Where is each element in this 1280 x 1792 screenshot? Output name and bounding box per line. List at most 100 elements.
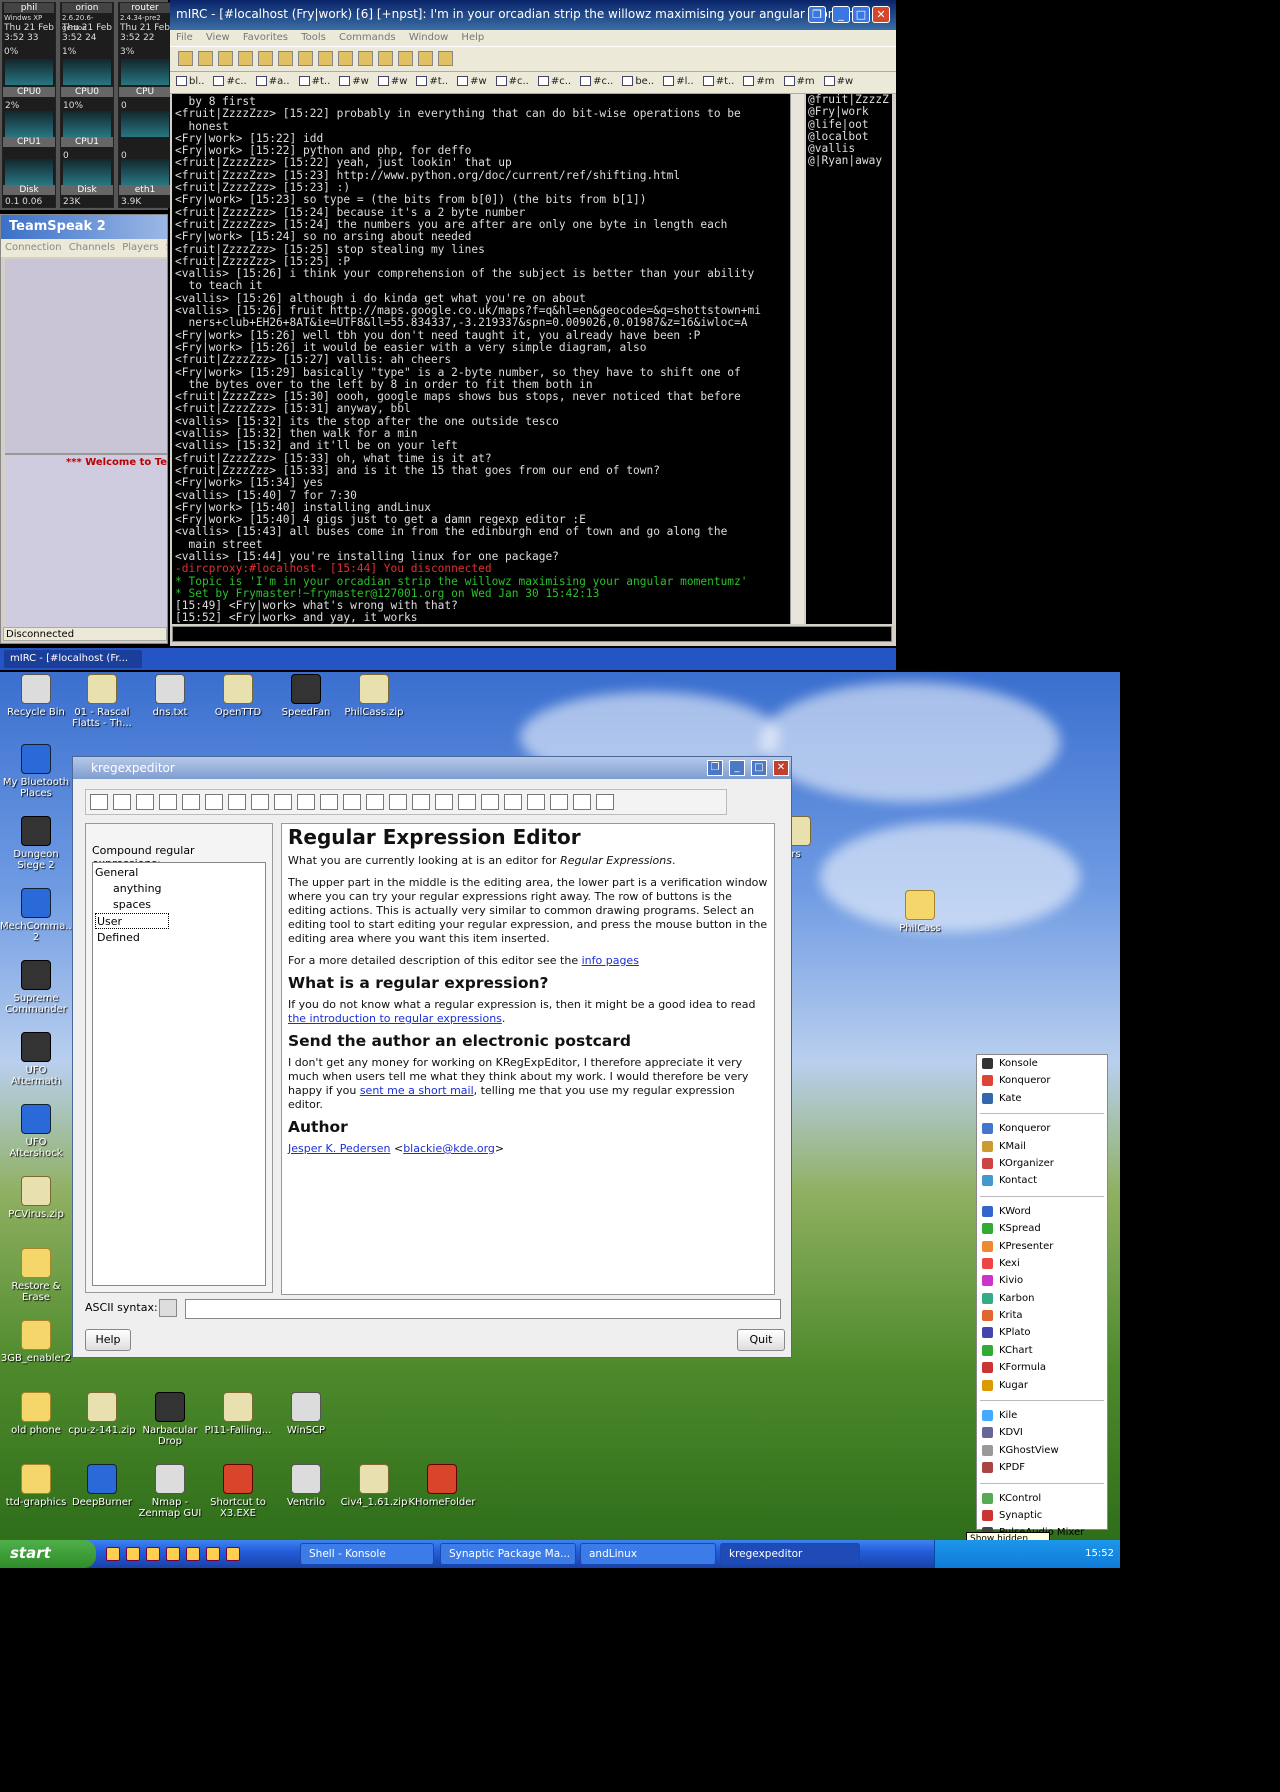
- cut-icon[interactable]: [504, 794, 522, 810]
- quit-button[interactable]: Quit: [737, 1329, 785, 1351]
- kmenu-item[interactable]: KGhostView: [977, 1442, 1107, 1459]
- channels-icon[interactable]: [218, 51, 233, 66]
- desktop-icon[interactable]: Dungeon Siege 2: [0, 816, 72, 871]
- desktop-icon[interactable]: PCVirus.zip: [0, 1176, 72, 1220]
- tile-icon[interactable]: [398, 51, 413, 66]
- desktop-icon[interactable]: PhilCass: [884, 890, 956, 934]
- chat-scrollbar[interactable]: [790, 94, 804, 624]
- switchbar-tab[interactable]: #c..: [580, 76, 613, 87]
- switchbar-tab[interactable]: #m: [783, 76, 815, 87]
- quicklaunch-icon[interactable]: [166, 1547, 180, 1561]
- lookahead-icon[interactable]: [320, 794, 338, 810]
- kmenu-item[interactable]: KPlato: [977, 1324, 1107, 1341]
- desktop-icon[interactable]: Nmap - Zenmap GUI: [134, 1464, 206, 1519]
- ts-menu-item[interactable]: Connection: [5, 242, 69, 253]
- config-icon[interactable]: [435, 794, 453, 810]
- mail-link[interactable]: sent me a short mail: [360, 1084, 474, 1097]
- desktop-icon[interactable]: Narbacular Drop: [134, 1392, 206, 1447]
- kmenu-item[interactable]: Kate: [977, 1090, 1107, 1107]
- system-tray[interactable]: 15:52: [934, 1540, 1120, 1568]
- mirc-chat-log[interactable]: by 8 first <fruit|ZzzzZzz> [15:22] probab…: [172, 94, 790, 624]
- author-link[interactable]: Jesper K. Pedersen: [288, 1142, 390, 1155]
- ts-menu-item[interactable]: Se: [166, 242, 167, 253]
- desktop-icon[interactable]: MechComma... 2: [0, 888, 75, 943]
- switchbar-tab[interactable]: #t..: [416, 76, 448, 87]
- text-icon[interactable]: [113, 794, 131, 810]
- dcc-icon[interactable]: [258, 51, 273, 66]
- quicklaunch-icon[interactable]: [226, 1547, 240, 1561]
- any-char-icon[interactable]: [159, 794, 177, 810]
- task-andlinux[interactable]: andLinux: [580, 1543, 716, 1565]
- kmenu-item[interactable]: Konqueror: [977, 1072, 1107, 1089]
- ascii-syntax-input[interactable]: [185, 1299, 781, 1319]
- kmenu-item[interactable]: KOrganizer: [977, 1155, 1107, 1172]
- desktop-icon[interactable]: 01 - Rascal Flatts - Th...: [66, 674, 138, 729]
- kmenu-item[interactable]: KWord: [977, 1203, 1107, 1220]
- mirc-menu-item[interactable]: File: [176, 32, 206, 43]
- switchbar-tab[interactable]: bl..: [176, 76, 204, 87]
- desktop-icon[interactable]: cpu-z-141.zip: [66, 1392, 138, 1436]
- kregexp-sticky-icon[interactable]: ❐: [707, 760, 723, 776]
- switchbar-tab[interactable]: #m: [743, 76, 775, 87]
- kmenu-item[interactable]: Kile: [977, 1407, 1107, 1424]
- info-pages-link[interactable]: info pages: [582, 954, 639, 967]
- address-book-icon[interactable]: [238, 51, 253, 66]
- help-icon[interactable]: [438, 51, 453, 66]
- desktop-icon[interactable]: KHomeFolder: [406, 1464, 478, 1508]
- switchbar-tab[interactable]: #t..: [298, 76, 330, 87]
- desktop-icon[interactable]: Civ4_1.61.zip: [338, 1464, 410, 1508]
- close-button[interactable]: ✕: [872, 6, 890, 23]
- kmenu-item[interactable]: KMail: [977, 1138, 1107, 1155]
- desktop-icon[interactable]: ttd-graphics: [0, 1464, 72, 1508]
- teamspeak-menu[interactable]: Connection Channels Players Se: [1, 239, 167, 257]
- maximize-button[interactable]: □: [852, 6, 870, 23]
- alternatives-icon[interactable]: [205, 794, 223, 810]
- desktop-icon[interactable]: PhilCass.zip: [338, 674, 410, 718]
- author-email-link[interactable]: blackie@kde.org: [403, 1142, 495, 1155]
- desktop-icon[interactable]: My Bluetooth Places: [0, 744, 72, 799]
- switchbar-tab[interactable]: be..: [622, 76, 654, 87]
- ascii-clear-button[interactable]: [159, 1299, 177, 1317]
- desktop-icon[interactable]: Ventrilo: [270, 1464, 342, 1508]
- switchbar-tab[interactable]: #t..: [702, 76, 734, 87]
- quicklaunch-icon[interactable]: [106, 1547, 120, 1561]
- desktop-icon[interactable]: UFO Aftershock: [0, 1104, 72, 1159]
- spellcheck-icon[interactable]: [389, 794, 407, 810]
- notify-icon[interactable]: [318, 51, 333, 66]
- neg-lookahead-icon[interactable]: [366, 794, 384, 810]
- desktop-icon[interactable]: WinSCP: [270, 1392, 342, 1436]
- kmenu-item[interactable]: KControl: [977, 1490, 1107, 1507]
- kregexp-maximize-button[interactable]: □: [751, 760, 767, 776]
- kmenu-item[interactable]: KDVI: [977, 1424, 1107, 1441]
- task-konsole[interactable]: Shell - Konsole: [300, 1543, 434, 1565]
- compound-tree[interactable]: General anything spaces User Defined: [92, 862, 266, 1286]
- quicklaunch-icon[interactable]: [186, 1547, 200, 1561]
- char-icon[interactable]: [136, 794, 154, 810]
- switchbar-tab[interactable]: #a..: [255, 76, 290, 87]
- endline-icon[interactable]: [274, 794, 292, 810]
- kmenu-item[interactable]: KPDF: [977, 1459, 1107, 1476]
- mirc-menu-item[interactable]: Help: [461, 32, 484, 43]
- desktop-icon[interactable]: dns.txt: [134, 674, 206, 718]
- nick-item[interactable]: @Fry|work: [808, 105, 890, 118]
- desktop-icon[interactable]: old phone: [0, 1392, 72, 1436]
- kmenu-item[interactable]: KSpread: [977, 1220, 1107, 1237]
- kmenu-item[interactable]: KPresenter: [977, 1238, 1107, 1255]
- task-kregexpeditor[interactable]: kregexpeditor: [720, 1543, 860, 1565]
- whatsthis-icon[interactable]: [596, 794, 614, 810]
- switchbar-tab[interactable]: #w: [339, 76, 369, 87]
- desktop-icon[interactable]: SpeedFan: [270, 674, 342, 718]
- switchbar-tab[interactable]: #l..: [663, 76, 694, 87]
- kmenu-item[interactable]: Karbon: [977, 1290, 1107, 1307]
- teamspeak-channel-pane[interactable]: [5, 259, 167, 459]
- kregexp-close-button[interactable]: ✕: [773, 760, 789, 776]
- open-icon[interactable]: [412, 794, 430, 810]
- kmenu-item[interactable]: Kexi: [977, 1255, 1107, 1272]
- tree-item-user-defined[interactable]: User Defined: [95, 913, 169, 944]
- cascade-icon[interactable]: [418, 51, 433, 66]
- nick-list[interactable]: @fruit|ZzzzZ @Fry|work @life|oot @localbot @…: [806, 94, 892, 624]
- switchbar-tab[interactable]: #w: [457, 76, 487, 87]
- ts-menu-item[interactable]: Channels: [69, 242, 122, 253]
- select-icon[interactable]: [90, 794, 108, 810]
- mirc-input[interactable]: [172, 626, 892, 642]
